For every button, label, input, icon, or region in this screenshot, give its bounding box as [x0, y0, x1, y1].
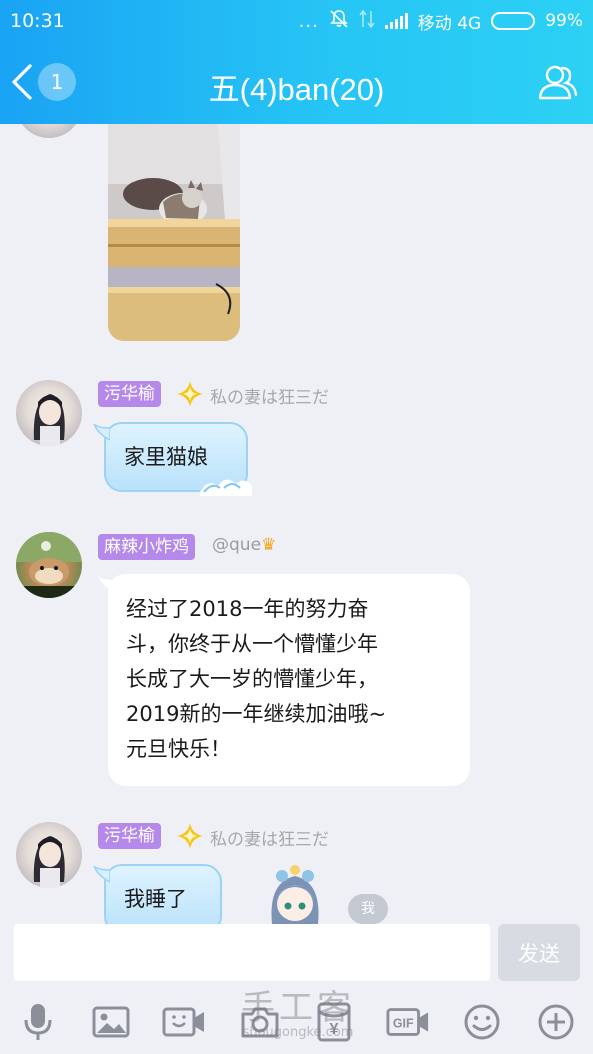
- chat-title: 五(4)ban(20): [208, 72, 385, 107]
- carrier-label: 移动 4G: [417, 13, 482, 34]
- microphone-icon: [24, 1004, 52, 1040]
- data-transfer-icon: [359, 9, 375, 34]
- message-text: 经过了2018一年的努力奋 斗，你终于从一个懵懂少年 长成了大一岁的懵懂少年， …: [126, 592, 452, 767]
- red-packet-icon: ¥: [317, 1002, 351, 1042]
- group-members-icon: [538, 65, 578, 100]
- image-message[interactable]: [108, 124, 240, 341]
- avatar[interactable]: [16, 124, 82, 138]
- emoji-icon: [464, 1004, 500, 1040]
- cat-photo: [108, 124, 240, 341]
- message-input[interactable]: [14, 924, 490, 981]
- message-bubble[interactable]: 经过了2018一年的努力奋 斗，你终于从一个懵懂少年 长成了大一岁的懵懂少年， …: [108, 574, 470, 786]
- plus-icon: [538, 1004, 574, 1040]
- image-icon: [92, 1006, 130, 1038]
- video-call-button[interactable]: [162, 1002, 206, 1042]
- message-bubble[interactable]: 家里猫娘: [104, 422, 252, 496]
- message-text: 家里猫娘: [124, 445, 208, 469]
- camera-button[interactable]: [238, 1002, 282, 1042]
- bubble-tail: [93, 866, 110, 883]
- status-bar: 10:31 ... 移动 4G 99%: [0, 0, 593, 42]
- member-title: 私の妻は狂三だ: [210, 388, 329, 408]
- gif-label: GIF: [393, 1017, 414, 1031]
- bubble-tail: [93, 424, 110, 441]
- text-line: 元旦快乐！: [126, 737, 231, 761]
- video-call-icon: [162, 1007, 204, 1037]
- member-title-text: @que: [212, 535, 262, 555]
- status-time: 10:31: [10, 10, 65, 32]
- bubble-tail: [98, 576, 114, 592]
- anime-character-sticker: [264, 864, 326, 924]
- more-button[interactable]: [534, 1002, 578, 1042]
- message-bubble[interactable]: 我睡了: [104, 864, 222, 924]
- avatar[interactable]: [16, 380, 82, 446]
- signal-icon: [384, 13, 408, 29]
- battery-icon: [491, 12, 536, 30]
- status-indicators: ... 移动 4G 99%: [299, 9, 583, 34]
- voice-button[interactable]: [16, 1002, 60, 1042]
- text-line: 2019新的一年继续加油哦~: [126, 702, 387, 726]
- chat-messages[interactable]: 污华榆 私の妻は狂三だ 家里猫娘 麻辣小炸鸡 @que♛ 经过了2018一年的努…: [0, 124, 593, 924]
- gif-icon: GIF: [386, 1008, 429, 1036]
- star-title-icon: [176, 822, 204, 854]
- yuan-symbol: ¥: [330, 1021, 339, 1038]
- nickname-badge[interactable]: 污华榆: [98, 381, 161, 407]
- text-line: 斗，你终于从一个懵懂少年: [126, 632, 378, 656]
- members-button[interactable]: [537, 62, 579, 106]
- gif-button[interactable]: GIF: [386, 1002, 430, 1042]
- mute-bell-icon: [329, 9, 349, 34]
- camera-icon: [241, 1007, 279, 1038]
- emoji-button[interactable]: [460, 1002, 504, 1042]
- image-button[interactable]: [89, 1002, 133, 1042]
- red-packet-button[interactable]: ¥: [312, 1002, 356, 1042]
- member-title: 私の妻は狂三だ: [210, 830, 329, 850]
- me-badge: 我: [348, 894, 388, 924]
- battery-percent: 99%: [545, 11, 583, 31]
- avatar[interactable]: [16, 822, 82, 888]
- wave-decoration-icon: [200, 479, 252, 496]
- star-title-icon: [176, 380, 204, 412]
- nickname-badge[interactable]: 污华榆: [98, 823, 161, 849]
- nickname-badge[interactable]: 麻辣小炸鸡: [98, 534, 195, 560]
- send-button[interactable]: 发送: [498, 924, 580, 981]
- avatar[interactable]: [16, 532, 82, 598]
- input-toolbar: ¥ GIF: [0, 988, 593, 1054]
- text-line: 长成了大一岁的懵懂少年，: [126, 667, 378, 691]
- message-text: 我睡了: [124, 887, 187, 911]
- nav-bar: 1 五(4)ban(20): [0, 42, 593, 124]
- input-row: 发送: [0, 924, 593, 988]
- text-line: 经过了2018一年的努力奋: [126, 597, 369, 621]
- crown-icon: ♛: [261, 535, 277, 555]
- member-title: @que♛: [212, 535, 276, 555]
- top-bar: 10:31 ... 移动 4G 99% 1 五(4)ban(20): [0, 0, 593, 124]
- more-notifications-icon: ...: [298, 10, 319, 32]
